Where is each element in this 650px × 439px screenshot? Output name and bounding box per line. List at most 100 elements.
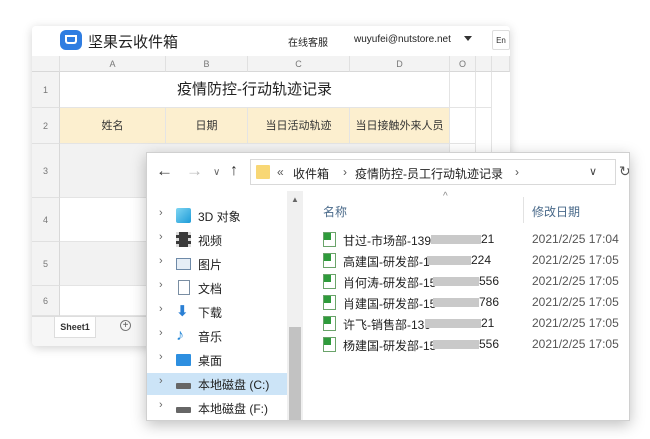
column-header[interactable]: C [248,56,350,72]
nav-label: 本地磁盘 (C:) [198,378,270,392]
chevron-down-icon[interactable]: ∨ [589,165,597,178]
header-cell-date[interactable]: 日期 [166,108,248,144]
nav-item-3d-objects[interactable]: › 3D 对象 [147,205,287,227]
column-header[interactable] [492,56,510,72]
row-header[interactable]: 3 [32,144,60,198]
file-name: 甘过-市场部-139 [343,234,432,248]
file-row[interactable]: 杨建国-研发部-15 556 2021/2/25 17:05 [303,334,629,355]
file-name-suffix: 21 [481,232,495,246]
scrollbar-thumb[interactable] [289,327,301,420]
excel-file-icon [323,316,336,331]
nav-item-drive-f[interactable]: › 本地磁盘 (F:) [147,397,287,419]
folder-icon [256,165,270,179]
nav-scrollbar[interactable]: ▲ [287,191,303,420]
file-row[interactable]: 高建国-研发部-1 224 2021/2/25 17:05 [303,250,629,271]
download-icon: ⬇ [176,303,189,320]
column-header[interactable]: A [60,56,166,72]
nav-label: 音乐 [198,330,223,344]
nav-item-drive-c[interactable]: › 本地磁盘 (C:) [147,373,287,395]
forward-arrow-icon[interactable]: → [186,162,203,180]
row-header[interactable]: 1 [32,72,60,108]
navigation-pane: › 3D 对象 › 视频 › 图片 › 文档 › ⬇ 下载 › ♪ 音乐 › 桌… [147,191,303,420]
nav-label: 本地磁盘 (F:) [198,402,268,416]
column-header-name[interactable]: 名称 [323,203,347,220]
redaction-mask [427,256,471,265]
column-header[interactable]: O [450,56,476,72]
header-cell-contacts[interactable]: 当日接触外来人员 [350,108,450,144]
row-header[interactable]: 4 [32,198,60,242]
app-title: 坚果云收件箱 [88,34,179,51]
chevron-right-icon[interactable]: › [159,207,163,219]
breadcrumb-inbox[interactable]: 收件箱 [293,165,329,182]
nav-item-videos[interactable]: › 视频 [147,229,287,251]
breadcrumb-separator-icon[interactable]: › [343,165,347,179]
chevron-right-icon[interactable]: › [159,375,163,387]
chevron-right-icon[interactable]: › [159,399,163,411]
file-list-pane: ^ 名称 修改日期 甘过-市场部-139 21 2021/2/25 17:04 … [303,191,629,420]
nav-item-documents[interactable]: › 文档 [147,277,287,299]
nav-item-downloads[interactable]: › ⬇ 下载 [147,301,287,323]
file-row[interactable]: 肖何涛-研发部-15 556 2021/2/25 17:05 [303,271,629,292]
column-header[interactable]: B [166,56,248,72]
nav-item-music[interactable]: › ♪ 音乐 [147,325,287,347]
chevron-right-icon[interactable]: › [159,303,163,315]
chevron-right-icon[interactable]: › [159,255,163,267]
chevron-down-icon[interactable] [464,36,472,41]
file-name-suffix: 224 [471,253,492,267]
user-email[interactable]: wuyufei@nutstore.net [354,34,451,45]
cell[interactable] [450,108,476,144]
language-button[interactable]: En [492,30,510,50]
back-arrow-icon[interactable]: ← [156,162,173,180]
column-header[interactable] [476,56,492,72]
excel-file-icon [323,295,336,310]
file-name: 杨建国-研发部-15 [343,339,437,353]
add-sheet-icon[interactable]: + [120,320,131,331]
file-name-suffix: 556 [479,337,500,351]
nav-item-desktop[interactable]: › 桌面 [147,349,287,371]
column-divider[interactable] [523,197,524,223]
address-box[interactable]: « 收件箱 › 疫情防控-员工行动轨迹记录 › ∨ [250,159,616,185]
file-date: 2021/2/25 17:05 [532,274,619,288]
online-support-link[interactable]: 在线客服 [288,34,328,49]
row-header[interactable]: 6 [32,286,60,316]
row-header[interactable]: 2 [32,108,60,144]
file-date: 2021/2/25 17:05 [532,295,619,309]
cell[interactable] [450,72,476,108]
up-arrow-icon[interactable]: ↑ [230,162,238,180]
app-header: 坚果云收件箱 在线客服 wuyufei@nutstore.net En [32,26,510,57]
column-header-date[interactable]: 修改日期 [532,203,580,220]
file-date: 2021/2/25 17:05 [532,316,619,330]
file-row[interactable]: 甘过-市场部-139 21 2021/2/25 17:04 [303,229,629,250]
file-name-suffix: 556 [479,274,500,288]
breadcrumb-overflow-icon[interactable]: « [277,165,284,179]
drive-icon [176,407,191,413]
cube-3d-icon [176,208,191,223]
nav-item-pictures[interactable]: › 图片 [147,253,287,275]
file-name-suffix: 786 [479,295,500,309]
sheet-title-cell[interactable]: 疫情防控-行动轨迹记录 [60,72,450,108]
cell[interactable] [476,72,492,108]
scroll-up-icon[interactable]: ▲ [291,195,299,204]
drive-icon [176,383,191,389]
file-row[interactable]: 许飞-销售部-139 21 2021/2/25 17:05 [303,313,629,334]
header-cell-activity[interactable]: 当日活动轨迹 [248,108,350,144]
picture-icon [176,258,191,270]
chevron-right-icon[interactable]: › [159,327,163,339]
recent-dropdown-icon[interactable]: ∨ [213,164,220,182]
file-explorer-window: ← → ∨ ↑ « 收件箱 › 疫情防控-员工行动轨迹记录 › ∨ ↻ › 3D… [146,152,630,421]
breadcrumb-separator-icon[interactable]: › [515,165,519,179]
chevron-right-icon[interactable]: › [159,279,163,291]
row-header[interactable]: 5 [32,242,60,286]
music-icon: ♪ [176,327,184,344]
column-header[interactable]: D [350,56,450,72]
refresh-icon[interactable]: ↻ [619,163,629,180]
redaction-mask [433,340,479,349]
chevron-right-icon[interactable]: › [159,351,163,363]
header-cell-name[interactable]: 姓名 [60,108,166,144]
video-icon [176,232,191,247]
sheet-tab[interactable]: Sheet1 [54,317,96,338]
chevron-right-icon[interactable]: › [159,231,163,243]
file-row[interactable]: 肖建国-研发部-15 786 2021/2/25 17:05 [303,292,629,313]
breadcrumb-folder[interactable]: 疫情防控-员工行动轨迹记录 [355,165,503,182]
corner-cell[interactable] [32,56,60,72]
